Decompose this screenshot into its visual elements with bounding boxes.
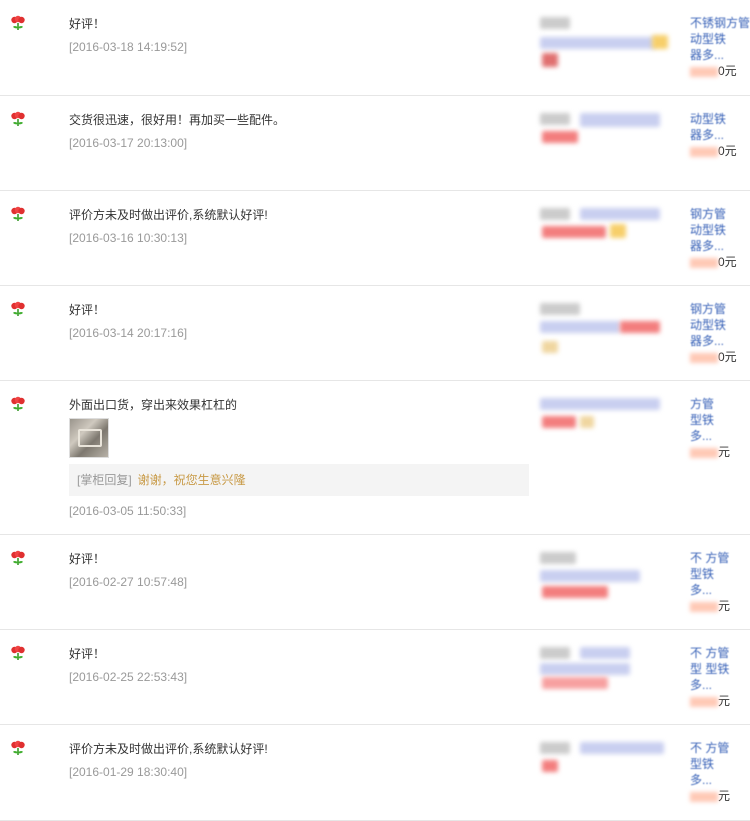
review-row: 好评！ [2016-03-18 14:19:52] 不锈钢方管 动型铁 器多..… [0,0,750,96]
review-text: 交货很迅速，很好用！再加买一些配件。 [69,113,286,127]
red-flower-icon [11,550,25,565]
red-flower-icon [11,645,25,660]
review-date: [2016-03-16 10:30:13] [69,231,188,245]
review-row: 外面出口货，穿出来效果杠杠的 [掌柜回复] 谢谢，祝您生意兴隆 [2016-03-… [0,381,750,535]
review-text: 外面出口货，穿出来效果杠杠的 [69,398,238,412]
red-flower-icon [11,740,25,755]
review-text: 好评！ [69,17,106,31]
product-price: 元 [690,598,750,614]
review-row: 交货很迅速，很好用！再加买一些配件。 [2016-03-17 20:13:00]… [0,96,750,191]
product-link[interactable]: 不 方管 型铁 多... 元 [690,740,750,804]
review-text: 好评！ [69,303,106,317]
product-price: 元 [690,444,750,460]
review-date: [2016-03-18 14:19:52] [69,40,188,54]
reply-tag: [掌柜回复] [77,473,132,487]
product-price: 元 [690,693,750,709]
review-date: [2016-02-25 22:53:43] [69,670,188,684]
product-link[interactable]: 方管 型铁 多... 元 [690,396,750,460]
review-row: 评价方未及时做出评价,系统默认好评! [2016-03-16 10:30:13]… [0,191,750,286]
product-price: 0元 [690,143,750,159]
review-date: [2016-03-14 20:17:16] [69,326,188,340]
review-comment: 好评！ [2016-02-27 10:57:48] [69,550,529,591]
product-link[interactable]: 不 方管 型 型铁 多... 元 [690,645,750,709]
review-list: 好评！ [2016-03-18 14:19:52] 不锈钢方管 动型铁 器多..… [0,0,750,821]
red-flower-icon [11,301,25,316]
reply-text: 谢谢，祝您生意兴隆 [137,473,246,487]
review-date: [2016-03-05 11:50:33] [69,504,187,518]
review-row: 好评！ [2016-03-14 20:17:16] 钢方管 动型铁 器多... … [0,286,750,381]
red-flower-icon [11,15,25,30]
review-comment: 好评！ [2016-02-25 22:53:43] [69,645,529,686]
review-comment: 交货很迅速，很好用！再加买一些配件。 [2016-03-17 20:13:00] [69,111,529,152]
seller-reply: [掌柜回复] 谢谢，祝您生意兴隆 [69,464,529,496]
review-date: [2016-01-29 18:30:40] [69,765,188,779]
review-text: 评价方未及时做出评价,系统默认好评! [69,208,268,222]
review-comment: 外面出口货，穿出来效果杠杠的 [掌柜回复] 谢谢，祝您生意兴隆 [2016-03-… [69,396,529,520]
product-link[interactable]: 钢方管 动型铁 器多... 0元 [690,301,750,365]
product-link[interactable]: 不锈钢方管 动型铁 器多... 0元 [690,15,750,79]
review-text: 好评！ [69,647,106,661]
review-text: 评价方未及时做出评价,系统默认好评! [69,742,268,756]
product-price: 元 [690,788,750,804]
review-text: 好评！ [69,552,106,566]
review-comment: 好评！ [2016-03-18 14:19:52] [69,15,529,56]
red-flower-icon [11,206,25,221]
product-price: 0元 [690,254,750,270]
review-row: 好评！ [2016-02-25 22:53:43] 不 方管 型 型铁 多...… [0,630,750,725]
product-link[interactable]: 动型铁 器多... 0元 [690,111,750,159]
product-price: 0元 [690,349,750,365]
review-date: [2016-03-17 20:13:00] [69,136,188,150]
review-comment: 评价方未及时做出评价,系统默认好评! [2016-03-16 10:30:13] [69,206,529,247]
review-row: 评价方未及时做出评价,系统默认好评! [2016-01-29 18:30:40]… [0,725,750,821]
review-comment: 评价方未及时做出评价,系统默认好评! [2016-01-29 18:30:40] [69,740,529,781]
review-date: [2016-02-27 10:57:48] [69,575,188,589]
product-price: 0元 [690,63,750,79]
red-flower-icon [11,111,25,126]
review-comment: 好评！ [2016-03-14 20:17:16] [69,301,529,342]
review-photo-thumbnail[interactable] [69,418,109,458]
red-flower-icon [11,396,25,411]
product-link[interactable]: 钢方管 动型铁 器多... 0元 [690,206,750,270]
product-link[interactable]: 不 方管 型铁 多... 元 [690,550,750,614]
review-row: 好评！ [2016-02-27 10:57:48] 不 方管 型铁 多... 元 [0,535,750,630]
